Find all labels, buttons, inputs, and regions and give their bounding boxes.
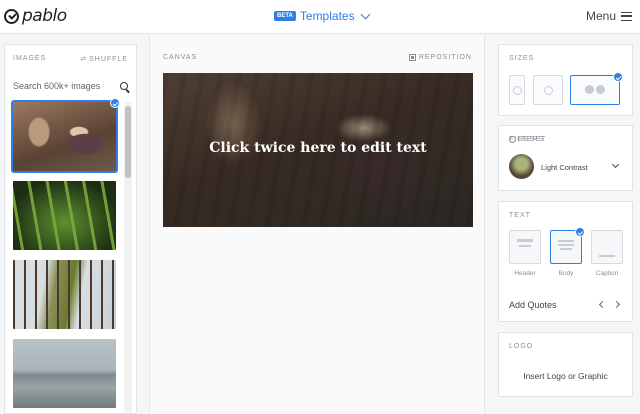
image-thumbnail-list bbox=[11, 98, 120, 413]
reset-icon bbox=[509, 136, 516, 143]
filter-preview-thumbnail[interactable] bbox=[509, 154, 534, 179]
text-style-caption[interactable] bbox=[591, 230, 623, 264]
text-style-header[interactable] bbox=[509, 230, 541, 264]
templates-dropdown[interactable]: BETA Templates bbox=[274, 9, 371, 23]
shuffle-button[interactable]: ⇄ SHUFFLE bbox=[80, 55, 128, 64]
shuffle-label: SHUFFLE bbox=[89, 55, 128, 63]
chevron-down-icon bbox=[360, 9, 371, 19]
shuffle-icon: ⇄ bbox=[80, 56, 88, 63]
logo-title: LOGO bbox=[509, 343, 534, 350]
next-quote-arrow-icon[interactable] bbox=[612, 300, 621, 309]
reposition-label: REPOSITION bbox=[418, 54, 472, 61]
canvas-area: CANVAS REPOSITION Click twice here to ed… bbox=[149, 35, 485, 414]
menu-button[interactable]: Menu bbox=[586, 9, 632, 23]
selected-check-icon bbox=[110, 98, 120, 108]
text-title: TEXT bbox=[509, 212, 531, 219]
pablo-logo[interactable]: pablo bbox=[4, 6, 67, 26]
insert-logo-button[interactable]: Insert Logo or Graphic bbox=[499, 371, 632, 381]
filter-select[interactable]: Light Contrast bbox=[541, 163, 588, 172]
canvas-overlay-text[interactable]: Click twice here to edit text bbox=[163, 140, 473, 156]
image-thumbnail[interactable] bbox=[13, 260, 116, 329]
scrollbar-thumb[interactable] bbox=[125, 106, 131, 178]
templates-label: Templates bbox=[299, 9, 355, 23]
logo-panel: LOGO Insert Logo or Graphic bbox=[498, 332, 633, 397]
canvas-image[interactable]: Click twice here to edit text bbox=[163, 73, 473, 227]
image-thumbnail[interactable] bbox=[13, 339, 116, 408]
logo-text: pablo bbox=[22, 6, 67, 26]
top-bar: pablo BETA Templates Menu bbox=[0, 0, 640, 34]
sizes-title: SIZES bbox=[509, 55, 535, 62]
selected-check-icon bbox=[613, 72, 623, 82]
size-option-pinterest[interactable] bbox=[509, 75, 525, 105]
text-style-body-label: Body bbox=[558, 270, 574, 277]
facebook-twitter-icon bbox=[585, 85, 605, 94]
search-icon[interactable] bbox=[120, 82, 128, 90]
image-thumbnail[interactable] bbox=[13, 181, 116, 250]
text-style-body[interactable] bbox=[550, 227, 585, 264]
instagram-icon bbox=[543, 85, 553, 95]
sizes-panel: SIZES bbox=[498, 44, 633, 116]
selected-check-icon bbox=[575, 227, 585, 237]
reposition-button[interactable]: REPOSITION bbox=[408, 54, 472, 61]
reset-label: RESET bbox=[518, 136, 547, 143]
filters-panel: FILTERS RESET Light Contrast bbox=[498, 125, 633, 191]
chevron-down-icon[interactable] bbox=[611, 160, 620, 169]
images-title: IMAGES bbox=[13, 55, 47, 62]
add-quotes-label[interactable]: Add Quotes bbox=[509, 300, 557, 310]
logo-check-icon bbox=[4, 8, 19, 24]
hamburger-icon bbox=[621, 11, 632, 21]
beta-badge: BETA bbox=[274, 11, 296, 21]
text-panel: TEXT Header Body Caption Add Quotes bbox=[498, 201, 633, 322]
size-option-facebook-twitter[interactable] bbox=[570, 72, 623, 105]
text-style-header-label: Header bbox=[514, 270, 536, 277]
images-panel: IMAGES ⇄ SHUFFLE bbox=[4, 44, 137, 414]
previous-quote-arrow-icon[interactable] bbox=[598, 300, 607, 309]
image-search-input[interactable] bbox=[13, 77, 131, 95]
menu-label: Menu bbox=[585, 9, 616, 23]
reposition-icon bbox=[408, 54, 416, 61]
canvas-title: CANVAS bbox=[163, 54, 198, 61]
text-style-caption-label: Caption bbox=[595, 270, 619, 277]
image-thumbnail[interactable] bbox=[11, 98, 120, 173]
size-option-instagram[interactable] bbox=[533, 75, 563, 105]
reset-filter-button[interactable]: RESET bbox=[509, 136, 622, 143]
pinterest-icon bbox=[512, 85, 522, 95]
images-scrollbar[interactable] bbox=[124, 102, 132, 412]
